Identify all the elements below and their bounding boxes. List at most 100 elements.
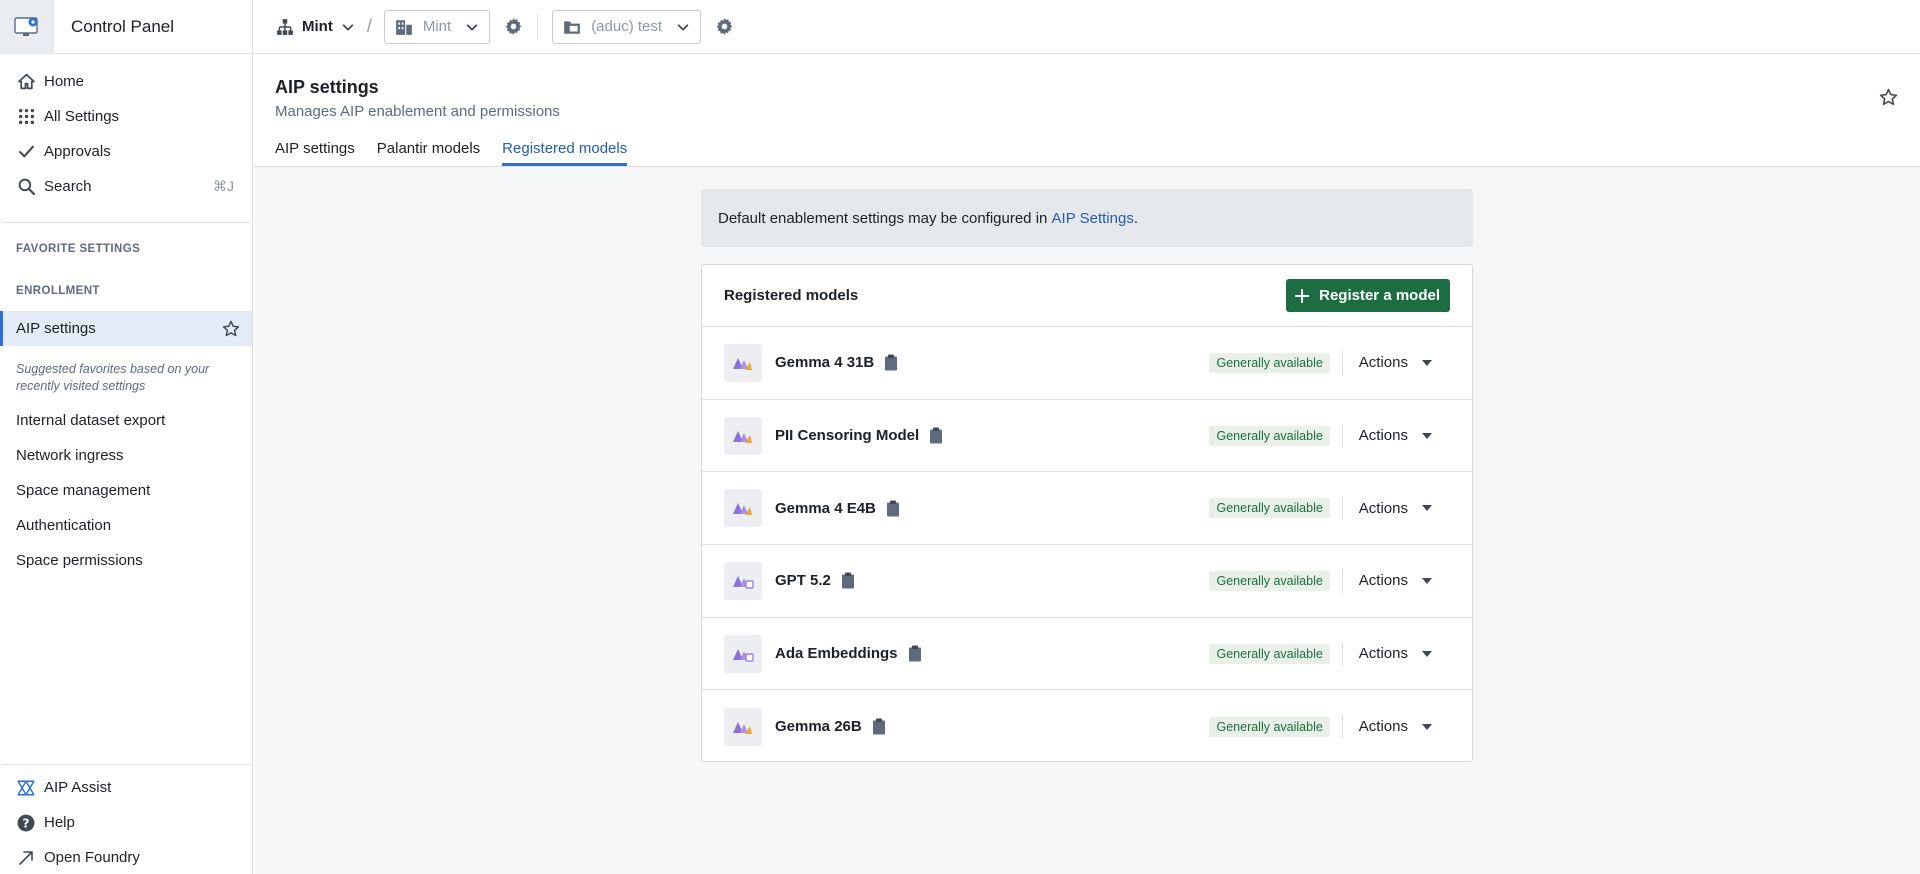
caret-down-icon bbox=[1422, 650, 1432, 658]
page-title: AIP settings bbox=[275, 77, 379, 97]
clipboard-icon[interactable] bbox=[841, 572, 855, 589]
row-divider bbox=[1341, 641, 1343, 666]
actions-dropdown[interactable]: Actions bbox=[1359, 718, 1432, 735]
status-badge: Generally available bbox=[1209, 643, 1330, 664]
svg-text:?: ? bbox=[22, 816, 29, 830]
topbar-divider bbox=[537, 13, 539, 40]
nav-item-help[interactable]: ? Help bbox=[0, 805, 252, 840]
nav-item-label: All Settings bbox=[44, 108, 120, 125]
control-panel-logo-icon[interactable] bbox=[0, 0, 54, 54]
nav-item-label: Search bbox=[44, 178, 92, 195]
model-row[interactable]: GPT 5.2 Generally available Actions bbox=[702, 545, 1472, 618]
clipboard-icon[interactable] bbox=[929, 427, 943, 444]
model-icon bbox=[724, 634, 762, 673]
favorite-settings-heading: FAVORITE SETTINGS bbox=[16, 243, 141, 255]
folder-icon bbox=[563, 18, 581, 36]
nav-item-label: Approvals bbox=[44, 143, 111, 160]
status-badge: Generally available bbox=[1209, 425, 1330, 446]
status-badge: Generally available bbox=[1209, 716, 1330, 737]
caret-down-icon bbox=[1422, 359, 1432, 367]
sidebar-item-aip-settings[interactable]: AIP settings bbox=[0, 311, 252, 346]
page-subtitle: Manages AIP enablement and permissions bbox=[275, 103, 560, 120]
clipboard-icon[interactable] bbox=[886, 500, 900, 517]
enrollment-select[interactable]: Mint bbox=[383, 9, 491, 44]
org-hierarchy-icon bbox=[276, 18, 294, 36]
actions-dropdown[interactable]: Actions bbox=[1359, 572, 1432, 589]
model-icon bbox=[724, 343, 762, 382]
bottom-nav: AIP Assist ? Help Open Foundry bbox=[0, 770, 252, 874]
suggested-item-space-management[interactable]: Space management bbox=[0, 473, 252, 508]
search-icon bbox=[16, 177, 36, 197]
help-icon: ? bbox=[16, 813, 36, 833]
model-name: Gemma 4 31B bbox=[775, 354, 875, 372]
check-icon bbox=[16, 142, 36, 162]
info-callout: Default enablement settings may be confi… bbox=[701, 189, 1473, 247]
status-badge: Generally available bbox=[1209, 570, 1330, 591]
actions-label: Actions bbox=[1358, 354, 1408, 372]
nav-item-label: AIP Assist bbox=[44, 779, 112, 796]
clipboard-icon[interactable] bbox=[872, 718, 886, 735]
nav-item-label: Help bbox=[44, 814, 75, 831]
nav-item-all-settings[interactable]: All Settings bbox=[0, 99, 252, 134]
caret-down-icon bbox=[1422, 723, 1432, 731]
model-icon bbox=[724, 416, 762, 455]
enrollment-settings-gear-icon[interactable] bbox=[504, 17, 523, 36]
model-name: Gemma 4 E4B bbox=[775, 499, 876, 517]
model-name: GPT 5.2 bbox=[775, 572, 831, 590]
caret-down-icon bbox=[1422, 577, 1432, 585]
tab-palantir-models[interactable]: Palantir models bbox=[377, 140, 480, 166]
app-header: Control Panel bbox=[0, 0, 252, 54]
tab-aip-settings[interactable]: AIP settings bbox=[275, 140, 355, 166]
model-row[interactable]: Ada Embeddings Generally available Actio… bbox=[702, 618, 1472, 691]
favorite-star-icon[interactable] bbox=[1879, 88, 1898, 107]
page-header: AIP settings Manages AIP enablement and … bbox=[254, 55, 1920, 167]
model-row[interactable]: PII Censoring Model Generally available … bbox=[702, 400, 1472, 473]
model-row[interactable]: Gemma 4 31B Generally available Actions bbox=[702, 327, 1472, 400]
model-row[interactable]: Gemma 4 E4B Generally available Actions bbox=[702, 472, 1472, 546]
register-model-label: Register a model bbox=[1319, 287, 1440, 304]
aip-assist-icon bbox=[16, 778, 36, 798]
caret-down-icon bbox=[1422, 432, 1432, 440]
star-icon[interactable] bbox=[222, 320, 240, 338]
row-divider bbox=[1341, 714, 1343, 739]
clipboard-icon[interactable] bbox=[884, 354, 898, 371]
space-select[interactable]: (aduc) test bbox=[552, 9, 702, 44]
org-selector[interactable]: Mint bbox=[276, 18, 355, 36]
org-name: Mint bbox=[302, 18, 333, 35]
suggested-item-space-permissions[interactable]: Space permissions bbox=[0, 543, 252, 578]
nav-item-label: Home bbox=[44, 73, 85, 90]
aip-settings-link[interactable]: AIP Settings bbox=[1052, 210, 1134, 227]
actions-dropdown[interactable]: Actions bbox=[1359, 354, 1432, 371]
actions-dropdown[interactable]: Actions bbox=[1359, 427, 1432, 444]
row-divider bbox=[1341, 568, 1343, 593]
model-name: Gemma 26B bbox=[775, 718, 862, 736]
suggested-item-authentication[interactable]: Authentication bbox=[0, 508, 252, 543]
register-model-button[interactable]: Register a model bbox=[1286, 279, 1450, 312]
nav-item-open-foundry[interactable]: Open Foundry bbox=[0, 840, 252, 874]
suggested-item-internal-dataset-export[interactable]: Internal dataset export bbox=[0, 403, 252, 438]
sidebar-divider bbox=[2, 222, 250, 223]
suggested-list: Internal dataset export Network ingress … bbox=[0, 403, 252, 578]
nav-item-approvals[interactable]: Approvals bbox=[0, 134, 252, 169]
actions-dropdown[interactable]: Actions bbox=[1359, 645, 1432, 662]
sidebar-bottom-divider bbox=[2, 764, 250, 765]
space-settings-gear-icon[interactable] bbox=[715, 17, 734, 36]
registered-models-card: Registered models Register a model Gemma… bbox=[701, 264, 1473, 762]
card-title: Registered models bbox=[724, 287, 859, 304]
nav-item-aip-assist[interactable]: AIP Assist bbox=[0, 770, 252, 805]
model-name: PII Censoring Model bbox=[775, 427, 920, 445]
actions-label: Actions bbox=[1358, 572, 1408, 590]
enrollment-heading: ENROLLMENT bbox=[16, 285, 100, 297]
clipboard-icon[interactable] bbox=[908, 645, 922, 662]
tab-registered-models[interactable]: Registered models bbox=[502, 140, 628, 166]
nav-item-home[interactable]: Home bbox=[0, 64, 252, 99]
enrollment-select-value: Mint bbox=[422, 18, 452, 35]
actions-label: Actions bbox=[1358, 499, 1408, 517]
callout-period: . bbox=[1133, 209, 1138, 227]
actions-label: Actions bbox=[1358, 718, 1408, 736]
home-icon bbox=[16, 72, 36, 92]
actions-dropdown[interactable]: Actions bbox=[1359, 500, 1432, 517]
suggested-item-network-ingress[interactable]: Network ingress bbox=[0, 438, 252, 473]
model-row[interactable]: Gemma 26B Generally available Actions bbox=[702, 690, 1472, 763]
nav-item-search[interactable]: Search ⌘J bbox=[0, 169, 252, 204]
